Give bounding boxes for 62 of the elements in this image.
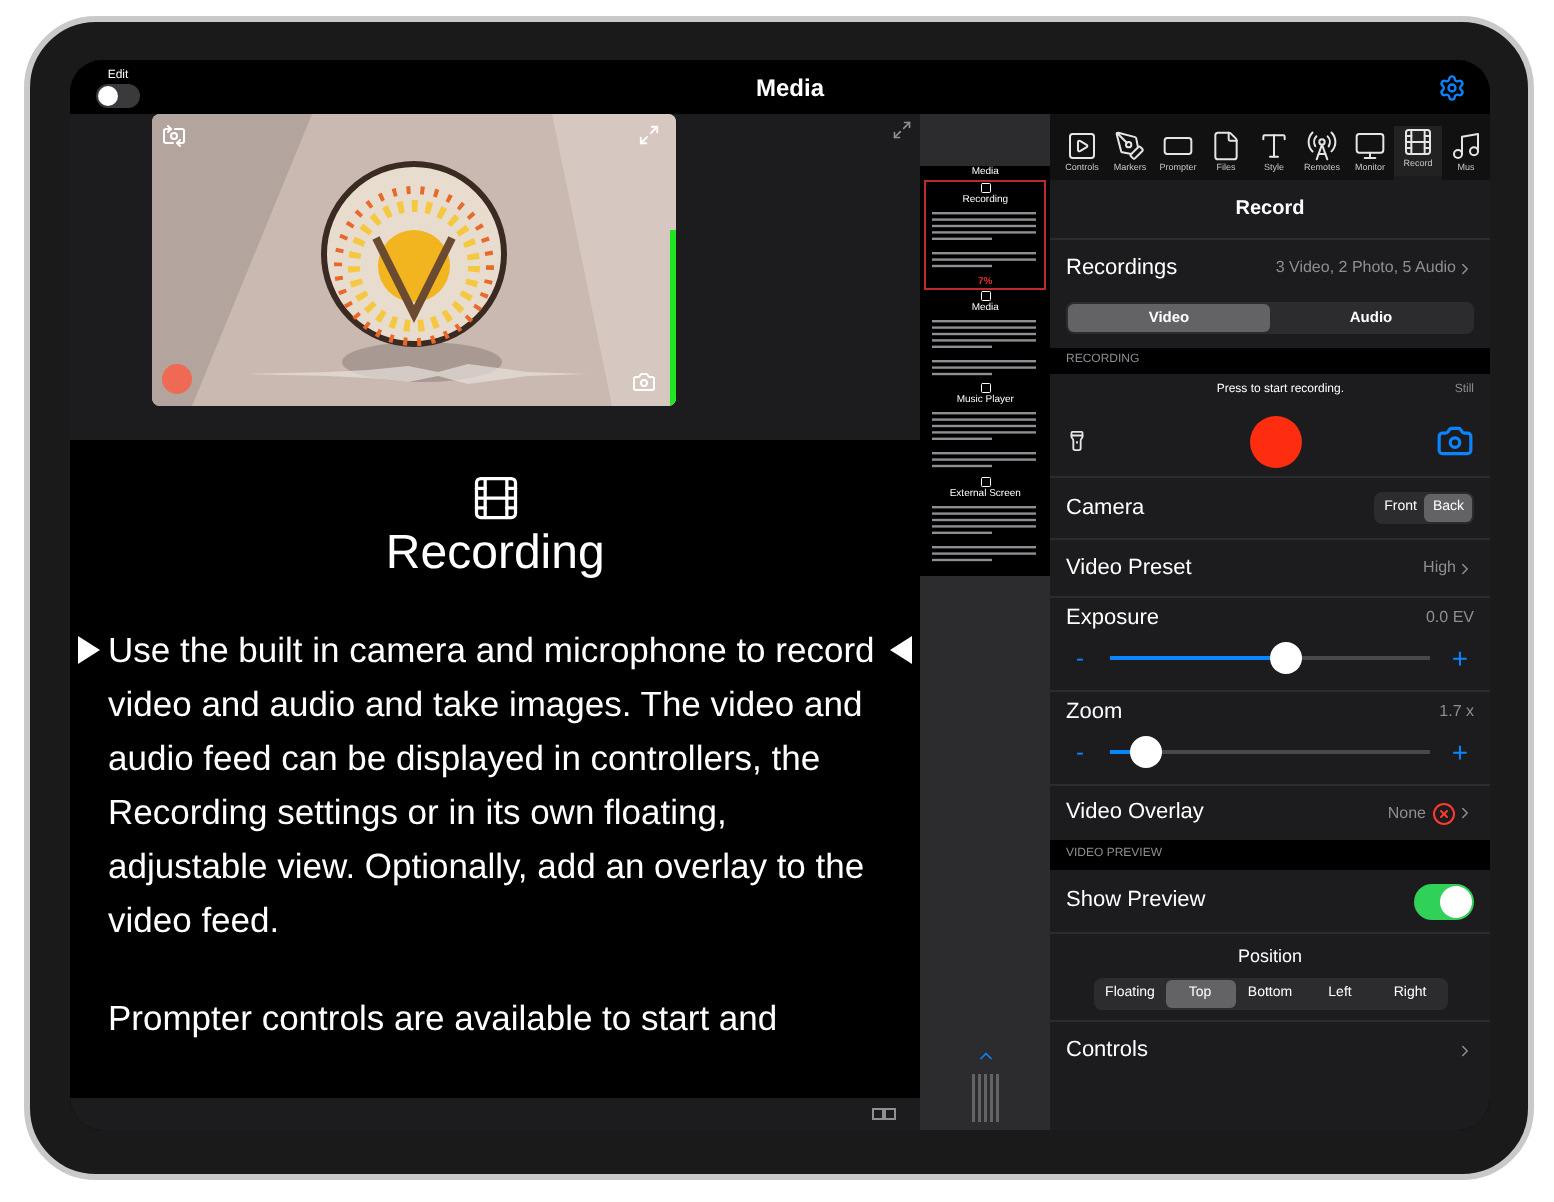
chevron-icon bbox=[1456, 1041, 1474, 1059]
minus-button[interactable]: - bbox=[1066, 734, 1094, 770]
slider-thumb[interactable] bbox=[1270, 642, 1302, 674]
chevron-icon bbox=[1456, 804, 1474, 822]
settings-icon[interactable] bbox=[1438, 73, 1466, 101]
expand-icon[interactable] bbox=[892, 120, 913, 140]
video-overlay-row[interactable]: Video Overlay None bbox=[1050, 786, 1490, 840]
recordings-row[interactable]: Recordings 3 Video, 2 Photo, 5 Audio bbox=[1050, 240, 1490, 296]
script-heading: Recording bbox=[385, 524, 605, 584]
video-preset-row[interactable]: Video Preset High bbox=[1050, 540, 1490, 598]
setting-label: Exposure bbox=[1066, 603, 1159, 634]
text-lines-drawing bbox=[931, 252, 1040, 272]
panel-title: Record bbox=[1235, 196, 1305, 224]
text-lines-drawing bbox=[931, 452, 1040, 472]
play-square-icon bbox=[1066, 130, 1098, 163]
minus-button[interactable]: - bbox=[1066, 640, 1094, 676]
setting-label: Camera bbox=[1066, 493, 1147, 524]
camera-icon[interactable] bbox=[1436, 422, 1474, 460]
section-icon bbox=[979, 382, 992, 395]
text-lines-drawing bbox=[931, 505, 1040, 538]
plus-button[interactable]: + bbox=[1446, 637, 1474, 679]
pen-icon bbox=[1114, 130, 1146, 163]
controls-row[interactable]: Controls bbox=[1050, 1022, 1490, 1078]
antenna-icon bbox=[1306, 130, 1338, 163]
text-lines-drawing bbox=[931, 545, 1040, 565]
monitor-icon bbox=[1354, 130, 1386, 163]
file-icon bbox=[1210, 130, 1242, 163]
switch-camera-icon[interactable] bbox=[161, 124, 186, 148]
chevron-icon bbox=[1456, 559, 1474, 577]
setting-reading: 1.7 x bbox=[1439, 700, 1474, 724]
text-lines-drawing bbox=[931, 319, 1040, 352]
section-icon bbox=[979, 475, 992, 488]
record-button[interactable] bbox=[1250, 415, 1302, 467]
play-marker-icon bbox=[890, 636, 913, 664]
layout-icon[interactable] bbox=[872, 1108, 897, 1120]
script-paragraph: Prompter controls are available to start and bbox=[108, 996, 780, 1042]
show-preview-toggle[interactable] bbox=[1414, 883, 1474, 919]
text-lines-drawing bbox=[931, 359, 1040, 379]
section-icon bbox=[979, 182, 992, 194]
film-icon bbox=[469, 472, 522, 524]
edit-toggle[interactable] bbox=[96, 83, 140, 107]
zoom-slider[interactable] bbox=[1110, 736, 1430, 768]
film-icon bbox=[1402, 126, 1434, 159]
music-note-icon bbox=[1450, 130, 1482, 163]
text-lines-drawing bbox=[931, 212, 1040, 244]
window-title: Media bbox=[753, 71, 827, 105]
setting-label: Position bbox=[1237, 943, 1303, 970]
text-lines-drawing bbox=[931, 412, 1040, 445]
flashlight-icon[interactable] bbox=[1066, 430, 1088, 452]
exposure-slider[interactable] bbox=[1110, 642, 1430, 674]
plus-button[interactable]: + bbox=[1446, 731, 1474, 773]
script-paragraph: Use the built in camera and microphone to record video and audio and take images. The video and audio feed can be displayed in controllers, the Recording settings or in its own floating, adjustable view. Optionally, add an overlay to the video feed. bbox=[108, 628, 877, 944]
letter-icon bbox=[1258, 130, 1290, 163]
setting-reading: 0.0 EV bbox=[1425, 606, 1474, 630]
slider-thumb[interactable] bbox=[1129, 736, 1162, 768]
play-marker-icon bbox=[78, 636, 100, 664]
section-icon bbox=[979, 289, 992, 302]
grip-handle-icon[interactable] bbox=[969, 1074, 1002, 1122]
setting-label: Zoom bbox=[1066, 697, 1123, 728]
chevron-icon bbox=[1456, 259, 1474, 277]
clear-icon[interactable] bbox=[1432, 801, 1456, 825]
setting-label: Show Preview bbox=[1066, 886, 1208, 917]
